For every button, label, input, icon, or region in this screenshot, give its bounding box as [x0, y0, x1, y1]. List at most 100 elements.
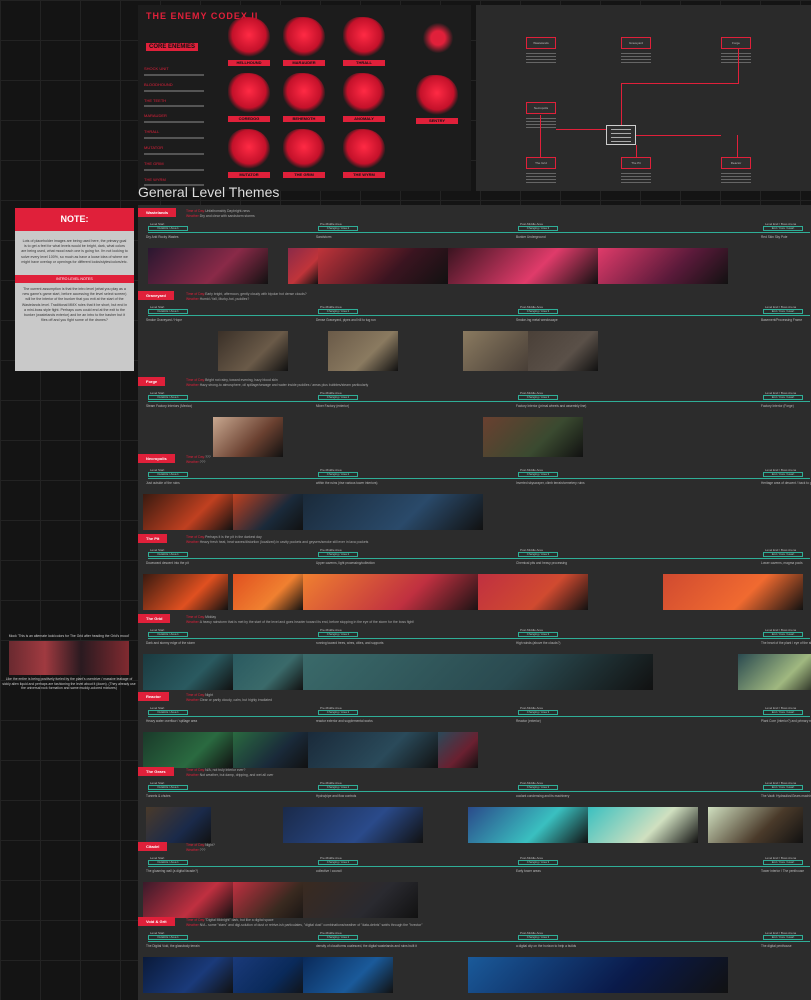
enemy-label: MUTATOR [228, 172, 270, 178]
enemy-label: THE WYRM [343, 172, 385, 178]
weather-label: Weather: [186, 620, 200, 625]
flowchart-node-notes [721, 173, 751, 185]
area-label: Dense Graveyard, pipes and hill to tug r… [316, 318, 376, 322]
weather-value: Not weather, but damp, dripping, and wet… [199, 773, 274, 778]
reference-image [213, 417, 283, 457]
reference-image [143, 732, 233, 768]
weather-value: A heavy rainstorm that is met by the sta… [199, 620, 415, 625]
tod-label: Time of Day: [186, 292, 206, 296]
area-label: Lower caverns, magma pools [761, 561, 803, 565]
area-label: coolant condensing and its machinery [516, 794, 570, 798]
enemy-label: ANOMALY [343, 116, 385, 122]
stage-tick: End / Core / Heart [763, 710, 803, 715]
area-label: Basement/Processing Frame [761, 318, 803, 322]
reference-image [233, 574, 303, 610]
enemy-silhouette-icon [283, 129, 325, 169]
enemy-silhouette-icon [343, 17, 385, 57]
stage-tick: Outskirts / Area 1 [148, 860, 188, 865]
stage-tick: Changing / Area 3 [518, 785, 558, 790]
stage-tick: Changing / Area 2 [318, 935, 358, 940]
reference-image [233, 957, 308, 993]
weather-label: Weather: [186, 848, 200, 853]
level-name-badge: Graveyard [138, 291, 174, 300]
reference-image [303, 654, 653, 690]
reference-image [283, 807, 423, 843]
reference-image [303, 882, 418, 918]
weather-label: Weather: [186, 698, 200, 703]
stage-tick: End / Core / Heart [763, 785, 803, 790]
stage-tick: Changing / Area 3 [518, 552, 558, 557]
area-label: Sandstorm [316, 235, 332, 239]
level-conditions: Time of Day:Night Weather:Clear or partly… [186, 693, 272, 703]
level-conditions: Time of Day:Perhaps it is the pit in the… [186, 535, 368, 545]
area-label: Inverted skyscraper, climb terrain/cemet… [516, 481, 585, 485]
tod-label: Time of Day: [186, 918, 206, 922]
flowchart-node: Necropolis [526, 102, 556, 114]
reference-image [318, 248, 448, 284]
level-row: Reactor Time of Day:Night Weather:Clear or… [138, 692, 811, 770]
level-conditions: Time of Day:"Digital Midnight" dark, but… [186, 918, 422, 928]
flowchart-connector [738, 49, 739, 83]
reference-image [738, 654, 811, 690]
poster-legend: SHOCK UNIT BLOODHOUND THE TEETH MARAUDER THR… [144, 66, 224, 191]
enemy-label: THE GRIM [283, 172, 325, 178]
area-label: The Vault: Hydraulics/Gears machinery/El… [761, 794, 811, 798]
reference-image [288, 248, 318, 284]
stage-tick: Outskirts / Area 1 [148, 935, 188, 940]
level-conditions: Time of Day:Bright not rainy, toward eve… [186, 378, 368, 388]
reference-image [478, 574, 588, 610]
stage-tick: Changing / Area 2 [318, 860, 358, 865]
reference-image [233, 494, 303, 530]
stage-tick: End / Core / Heart [763, 226, 803, 231]
level-conditions: Time of Day:N/A, not truly interior ever… [186, 768, 273, 778]
tod-value: Midday [205, 615, 217, 619]
flowchart-node: Graveyard [621, 37, 651, 49]
note-body: Lots of placeholder images are being use… [21, 239, 128, 264]
stage-tick: Changing / Area 2 [318, 552, 358, 557]
tod-value: Bright not rainy, toward evening, hazy b… [205, 378, 278, 382]
area-label: Dark and stormy edge of the storm [146, 641, 196, 645]
weather-label: Weather: [186, 773, 200, 778]
stage-tick: End / Core / Heart [763, 472, 803, 477]
level-timeline: Level Start Outskirts / Area 1 Pre-Middle … [148, 548, 810, 559]
legend-item: THE TEETH [144, 98, 224, 108]
tod-label: Time of Day: [186, 209, 206, 213]
enemy-codex-poster: THE ENEMY CODEX II CORE ENEMIES SHOCK UN… [138, 5, 471, 191]
area-label: Just outside of the ruins [146, 481, 180, 485]
legend-item: SHOCK UNIT [144, 66, 224, 76]
stage-tick: Changing / Area 3 [518, 472, 558, 477]
reference-image [146, 807, 211, 843]
area-label: The heart of the plant / eye of the stor… [761, 641, 811, 645]
reference-image [303, 494, 483, 530]
area-label: Tunnels & chutes [146, 794, 171, 798]
stage-tick: Outskirts / Area 1 [148, 785, 188, 790]
enemy-silhouette-icon [283, 17, 325, 57]
level-row: Necropolis Time of Day:??? Weather:??? Leve… [138, 454, 811, 532]
legend-item: MUTATOR [144, 145, 224, 155]
area-label: Mixer Factory (exterior) [316, 404, 349, 408]
stage-tick: Changing / Area 3 [518, 226, 558, 231]
poster-subtitle: CORE ENEMIES [146, 43, 199, 51]
enemy-label: HELLHOUND [228, 60, 270, 66]
weather-value: Clear or partly cloudy, calm, but highly… [199, 698, 273, 703]
reference-image [598, 248, 728, 284]
tod-value: Unfathomably Daybright-ness [205, 209, 250, 213]
reference-image [528, 331, 598, 371]
level-timeline: Level Start Outskirts / Area 1 Pre-Middle … [148, 931, 810, 942]
grid-alt-caption-bottom: Like the entire is being positively fuel… [2, 676, 136, 691]
grid-alt-caption-top: Mock 'This is an alternate look/colors f… [8, 634, 130, 638]
tod-label: Time of Day: [186, 768, 206, 772]
area-label: running toward trees, wires, cities, and… [316, 641, 384, 645]
reference-image [233, 654, 303, 690]
reference-image [148, 248, 268, 284]
level-row: Citadel Time of Day:Night? Weather:??? Leve… [138, 842, 811, 920]
reference-image [143, 654, 233, 690]
reference-image [143, 957, 233, 993]
reference-image [143, 882, 233, 918]
flowchart-connector [540, 115, 541, 157]
level-name-badge: Reactor [138, 692, 169, 701]
flowchart-connector [636, 135, 721, 136]
tod-value: Night [205, 693, 214, 697]
tod-label: Time of Day: [186, 693, 206, 697]
level-name-badge: Forge [138, 377, 166, 386]
